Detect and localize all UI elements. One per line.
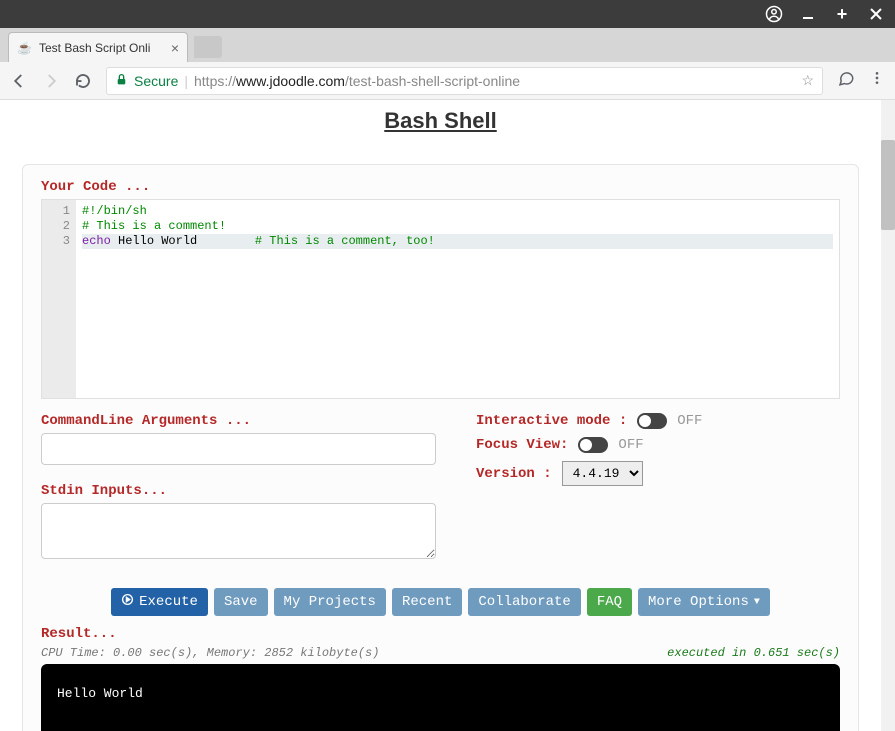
more-options-button[interactable]: More Options ▼: [638, 588, 770, 616]
scrollbar-thumb[interactable]: [881, 140, 895, 230]
cmdline-label: CommandLine Arguments ...: [41, 413, 436, 429]
console-output: Hello World: [57, 686, 824, 701]
url-text: https://www.jdoodle.com/test-bash-shell-…: [194, 73, 520, 89]
collaborate-button[interactable]: Collaborate: [468, 588, 580, 616]
menu-icon[interactable]: [869, 70, 885, 91]
page-title: Bash Shell: [0, 100, 881, 142]
stdin-input[interactable]: [41, 503, 436, 559]
close-window-icon[interactable]: [867, 5, 885, 23]
url-separator: |: [184, 73, 188, 89]
back-button[interactable]: [10, 72, 28, 90]
comment-icon[interactable]: [837, 69, 855, 92]
focus-view-label: Focus View:: [476, 437, 568, 453]
minimize-icon[interactable]: [799, 5, 817, 23]
faq-button[interactable]: FAQ: [587, 588, 632, 616]
main-panel: Your Code ... 1 2 3 #!/bin/sh # This is …: [22, 164, 859, 731]
my-projects-button[interactable]: My Projects: [274, 588, 386, 616]
interactive-label: Interactive mode :: [476, 413, 627, 429]
save-button[interactable]: Save: [214, 588, 268, 616]
execution-time: executed in 0.651 sec(s): [667, 646, 840, 660]
browser-toolbar: Secure | https://www.jdoodle.com/test-ba…: [0, 62, 895, 100]
cmdline-input[interactable]: [41, 433, 436, 465]
execute-button[interactable]: Execute: [111, 588, 208, 616]
interactive-state: OFF: [677, 413, 702, 429]
maximize-icon[interactable]: +: [833, 5, 851, 23]
os-titlebar: +: [0, 0, 895, 28]
result-label: Result...: [41, 626, 840, 642]
bookmark-star-icon[interactable]: ☆: [801, 72, 814, 89]
address-bar[interactable]: Secure | https://www.jdoodle.com/test-ba…: [106, 67, 823, 95]
output-console: Hello World: [41, 664, 840, 731]
lock-icon: [115, 73, 128, 89]
tab-close-icon[interactable]: ×: [171, 40, 179, 56]
focus-view-toggle[interactable]: [578, 437, 608, 453]
recent-button[interactable]: Recent: [392, 588, 462, 616]
page-viewport: Bash Shell Your Code ... 1 2 3 #!/bin/sh…: [0, 100, 895, 731]
action-buttons: Execute Save My Projects Recent Collabor…: [41, 588, 840, 616]
secure-label: Secure: [134, 73, 178, 89]
execute-icon: [121, 593, 134, 611]
interactive-toggle[interactable]: [637, 413, 667, 429]
reload-button[interactable]: [74, 72, 92, 90]
browser-tab-bar: ☕ Test Bash Script Onli ×: [0, 28, 895, 62]
chevron-down-icon: ▼: [754, 597, 760, 608]
focus-view-state: OFF: [618, 437, 643, 453]
tab-title: Test Bash Script Onli: [39, 41, 165, 55]
tab-favicon-icon: ☕: [17, 40, 33, 56]
browser-tab[interactable]: ☕ Test Bash Script Onli ×: [8, 32, 188, 62]
your-code-label: Your Code ...: [41, 179, 840, 195]
code-editor[interactable]: 1 2 3 #!/bin/sh # This is a comment! ech…: [41, 199, 840, 399]
forward-button: [42, 72, 60, 90]
stdin-label: Stdin Inputs...: [41, 483, 436, 499]
version-label: Version :: [476, 466, 552, 482]
new-tab-button[interactable]: [194, 36, 222, 58]
cpu-memory-info: CPU Time: 0.00 sec(s), Memory: 2852 kilo…: [41, 646, 379, 660]
editor-gutter: 1 2 3: [42, 200, 76, 398]
code-area[interactable]: #!/bin/sh # This is a comment! echo Hell…: [76, 200, 839, 398]
user-account-icon[interactable]: [765, 5, 783, 23]
version-select[interactable]: 4.4.19: [562, 461, 643, 486]
